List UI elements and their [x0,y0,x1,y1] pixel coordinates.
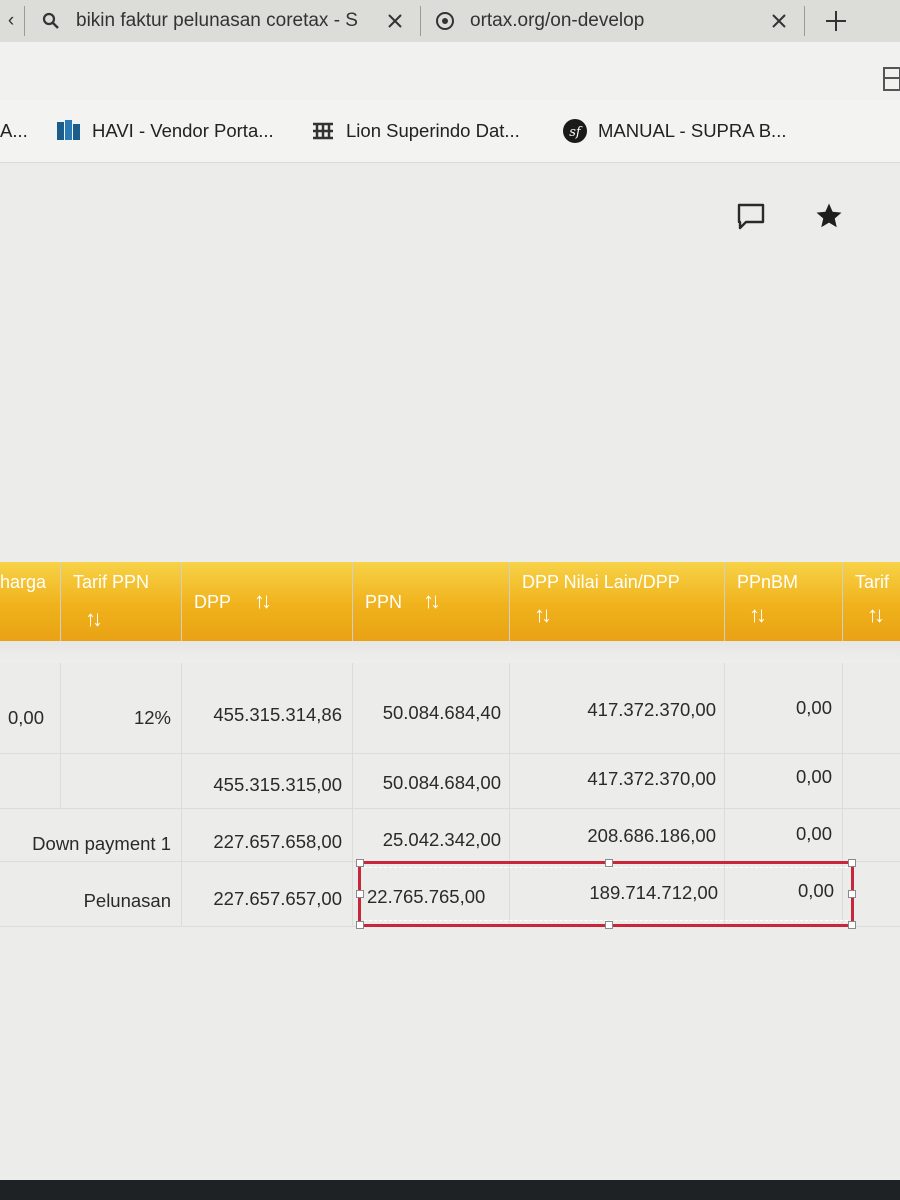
tab-scroll-left-button[interactable]: ‹ [0,0,22,42]
column-header-dpp[interactable]: DPP ↑↓ [182,562,353,641]
column-header-harga[interactable]: harga [0,562,61,641]
resize-handle[interactable] [848,859,856,867]
plus-icon [826,11,846,31]
favorite-item[interactable]: A... [0,116,28,146]
column-header-tarif[interactable]: Tarif ↑↓ [843,562,900,641]
column-header-dpp-nilai-lain[interactable]: DPP Nilai Lain/DPP ↑↓ [510,562,725,641]
cell-tarif [843,663,900,753]
column-label: PPN [365,592,403,612]
tab-ortax[interactable]: ortax.org/on-develop [424,0,804,42]
column-label: Tarif [855,572,890,592]
tab-separator [420,6,421,36]
table-row[interactable]: Down payment 1 227.657.658,00 25.042.342… [0,809,900,862]
cell-ppn: 50.084.684,40 [353,663,510,753]
header-shadow [0,641,900,663]
tab-separator [804,6,805,36]
tab-strip: ‹ bikin faktur pelunasan coretax - S ort… [0,0,900,42]
close-tab-button[interactable] [380,6,410,36]
favorite-item-havi[interactable]: HAVI - Vendor Porta... [56,116,274,146]
table-header: harga Tarif PPN ↑↓ DPP ↑↓ PPN ↑↓ DPP Nil… [0,562,900,641]
favorite-item-manual[interactable]: sf MANUAL - SUPRA B... [562,116,786,146]
sort-icon[interactable]: ↑↓ [254,588,272,614]
column-label: DPP [194,592,232,612]
resize-handle[interactable] [848,921,856,929]
symfony-icon: sf [562,118,588,144]
search-icon [40,10,62,32]
favorite-star-button[interactable] [812,199,846,233]
cell-dpp-nilai-lain: 417.372.370,00 [510,663,725,753]
monitor-bezel [0,1180,900,1200]
reader-view-icon[interactable] [880,66,900,92]
cell-ppnbm: 0,00 [725,663,843,753]
close-icon [388,14,402,28]
table-row[interactable]: 455.315.315,00 50.084.684,00 417.372.370… [0,754,900,809]
tab-title: bikin faktur pelunasan coretax - S [76,10,358,31]
favorite-label: Lion Superindo Dat... [346,120,520,141]
address-bar[interactable] [0,42,900,101]
cell-tarif [843,754,900,808]
column-header-ppnbm[interactable]: PPnBM ↑↓ [725,562,843,641]
superindo-icon [310,118,336,144]
cell-keterangan: Down payment 1 [0,809,182,861]
favorite-label: HAVI - Vendor Porta... [92,120,274,141]
column-header-ppn[interactable]: PPN ↑↓ [353,562,510,641]
selection-highlight [356,859,856,929]
tab-title: ortax.org/on-develop [470,10,645,31]
close-icon [772,14,786,28]
favorites-bar: A... HAVI - Vendor Porta... Lion Superin… [0,100,900,163]
cell-dpp-nilai-lain: 417.372.370,00 [510,754,725,808]
cell-harga: 0,00 [0,663,61,753]
cell-tarif [843,809,900,861]
column-label: harga [0,572,47,592]
cell-harga [0,754,61,808]
sort-icon[interactable]: ↑↓ [867,602,885,628]
cell-ppnbm: 0,00 [725,809,843,861]
column-label: Tarif PPN [73,572,150,592]
cell-dpp: 455.315.315,00 [182,754,353,808]
havi-icon [56,118,82,144]
close-tab-button[interactable] [764,6,794,36]
favorite-item-superindo[interactable]: Lion Superindo Dat... [310,116,520,146]
cell-keterangan: Pelunasan [0,862,182,926]
cell-dpp: 227.657.657,00 [182,862,353,926]
tab-search[interactable]: bikin faktur pelunasan coretax - S [30,0,400,42]
cell-ppn: 50.084.684,00 [353,754,510,808]
column-label: PPnBM [737,572,799,592]
tab-separator [24,6,25,36]
cell-ppnbm: 0,00 [725,754,843,808]
chevron-left-icon: ‹ [7,10,15,31]
feedback-button[interactable] [734,199,768,233]
sort-icon[interactable]: ↑↓ [534,602,552,628]
resize-handle[interactable] [356,921,364,929]
resize-handle[interactable] [605,859,613,867]
ortax-icon [434,10,456,32]
resize-handle[interactable] [848,890,856,898]
cell-ppn: 25.042.342,00 [353,809,510,861]
star-icon [816,203,842,228]
table-row[interactable]: 0,00 12% 455.315.314,86 50.084.684,40 41… [0,663,900,754]
sort-icon[interactable]: ↑↓ [85,606,103,632]
sort-icon[interactable]: ↑↓ [749,602,767,628]
resize-handle[interactable] [356,890,364,898]
cell-dpp: 227.657.658,00 [182,809,353,861]
selection-dash [364,867,848,921]
sort-icon[interactable]: ↑↓ [423,588,441,614]
favorite-label: A... [0,120,28,141]
cell-dpp-nilai-lain: 208.686.186,00 [510,809,725,861]
favorite-label: MANUAL - SUPRA B... [598,120,787,141]
column-header-tarif-ppn[interactable]: Tarif PPN ↑↓ [61,562,182,641]
cell-dpp: 455.315.314,86 [182,663,353,753]
feedback-icon [737,203,765,230]
cell-tarif-ppn [61,754,182,808]
cell-tarif-ppn: 12% [61,663,182,753]
column-label: DPP Nilai Lain/DPP [522,572,680,592]
resize-handle[interactable] [605,921,613,929]
new-tab-button[interactable] [818,4,854,38]
resize-handle[interactable] [356,859,364,867]
